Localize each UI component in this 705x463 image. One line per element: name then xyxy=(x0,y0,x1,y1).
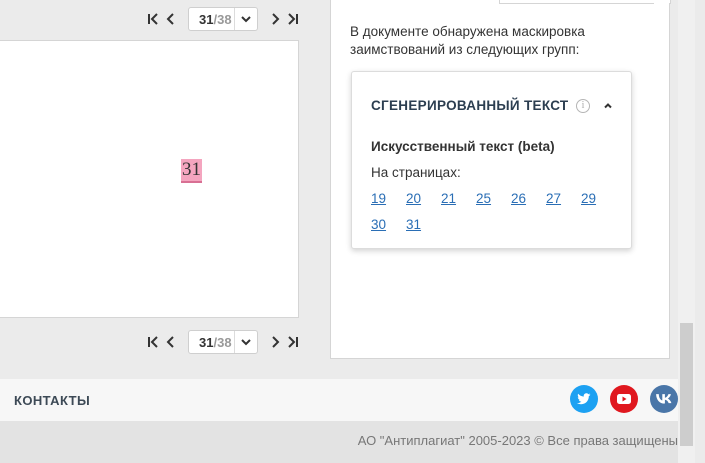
page-links: 19 20 21 25 26 27 29 30 31 xyxy=(371,186,621,238)
chevron-down-icon[interactable] xyxy=(234,331,257,353)
panel-scrollbar[interactable] xyxy=(654,0,669,357)
page-select[interactable]: 31/38 xyxy=(188,330,258,354)
current-page: 31 xyxy=(199,11,214,27)
prev-page-button[interactable] xyxy=(162,333,180,351)
page-scrollbar[interactable] xyxy=(678,0,695,463)
next-page-button[interactable] xyxy=(266,10,284,28)
masking-intro-text: В документе обнаружена маскировка заимст… xyxy=(350,24,585,57)
copyright-text: АО "Антиплагиат" 2005-2023 © Все права з… xyxy=(357,433,678,448)
panel-top-field[interactable] xyxy=(499,0,671,4)
footer-contacts-bar: КОНТАКТЫ xyxy=(0,379,678,421)
page-link[interactable]: 20 xyxy=(406,186,441,212)
page-scrollbar-thumb[interactable] xyxy=(680,323,693,446)
chevron-down-icon[interactable] xyxy=(234,8,257,30)
total-pages: 38 xyxy=(217,334,232,350)
generated-text-card: СГЕНЕРИРОВАННЫЙ ТЕКСТ i Искусственный те… xyxy=(351,71,632,249)
card-title[interactable]: СГЕНЕРИРОВАННЫЙ ТЕКСТ xyxy=(371,98,568,113)
info-icon[interactable]: i xyxy=(576,99,590,113)
vk-icon[interactable] xyxy=(650,385,678,413)
next-page-button[interactable] xyxy=(266,333,284,351)
current-page: 31 xyxy=(199,334,214,350)
footer-copyright-bar: АО "Антиплагиат" 2005-2023 © Все права з… xyxy=(0,421,678,463)
page-link[interactable]: 21 xyxy=(441,186,476,212)
twitter-icon[interactable] xyxy=(570,385,598,413)
contacts-link[interactable]: КОНТАКТЫ xyxy=(14,393,90,408)
pages-label: На страницах: xyxy=(371,165,461,180)
page-link[interactable]: 26 xyxy=(511,186,546,212)
first-page-button[interactable] xyxy=(144,333,162,351)
page-link[interactable]: 19 xyxy=(371,186,406,212)
youtube-icon[interactable] xyxy=(610,385,638,413)
last-page-button[interactable] xyxy=(284,10,302,28)
prev-page-button[interactable] xyxy=(162,10,180,28)
document-page: 31 xyxy=(0,40,299,318)
total-pages: 38 xyxy=(217,11,232,27)
page-select[interactable]: 31/38 xyxy=(188,7,258,31)
page-link[interactable]: 25 xyxy=(476,186,511,212)
page-number-highlight[interactable]: 31 xyxy=(181,159,202,183)
chevron-up-icon[interactable] xyxy=(601,99,615,113)
ai-text-subtitle: Искусственный текст (beta) xyxy=(371,139,555,154)
top-pager: 31/38 xyxy=(144,6,302,32)
first-page-button[interactable] xyxy=(144,10,162,28)
page-link[interactable]: 29 xyxy=(581,186,616,212)
page-link[interactable]: 30 xyxy=(371,212,406,238)
last-page-button[interactable] xyxy=(284,333,302,351)
page-link[interactable]: 31 xyxy=(406,212,441,238)
page-link[interactable]: 27 xyxy=(546,186,581,212)
bottom-pager: 31/38 xyxy=(144,329,302,355)
document-viewer: 31/38 31 31/38 xyxy=(0,0,320,378)
